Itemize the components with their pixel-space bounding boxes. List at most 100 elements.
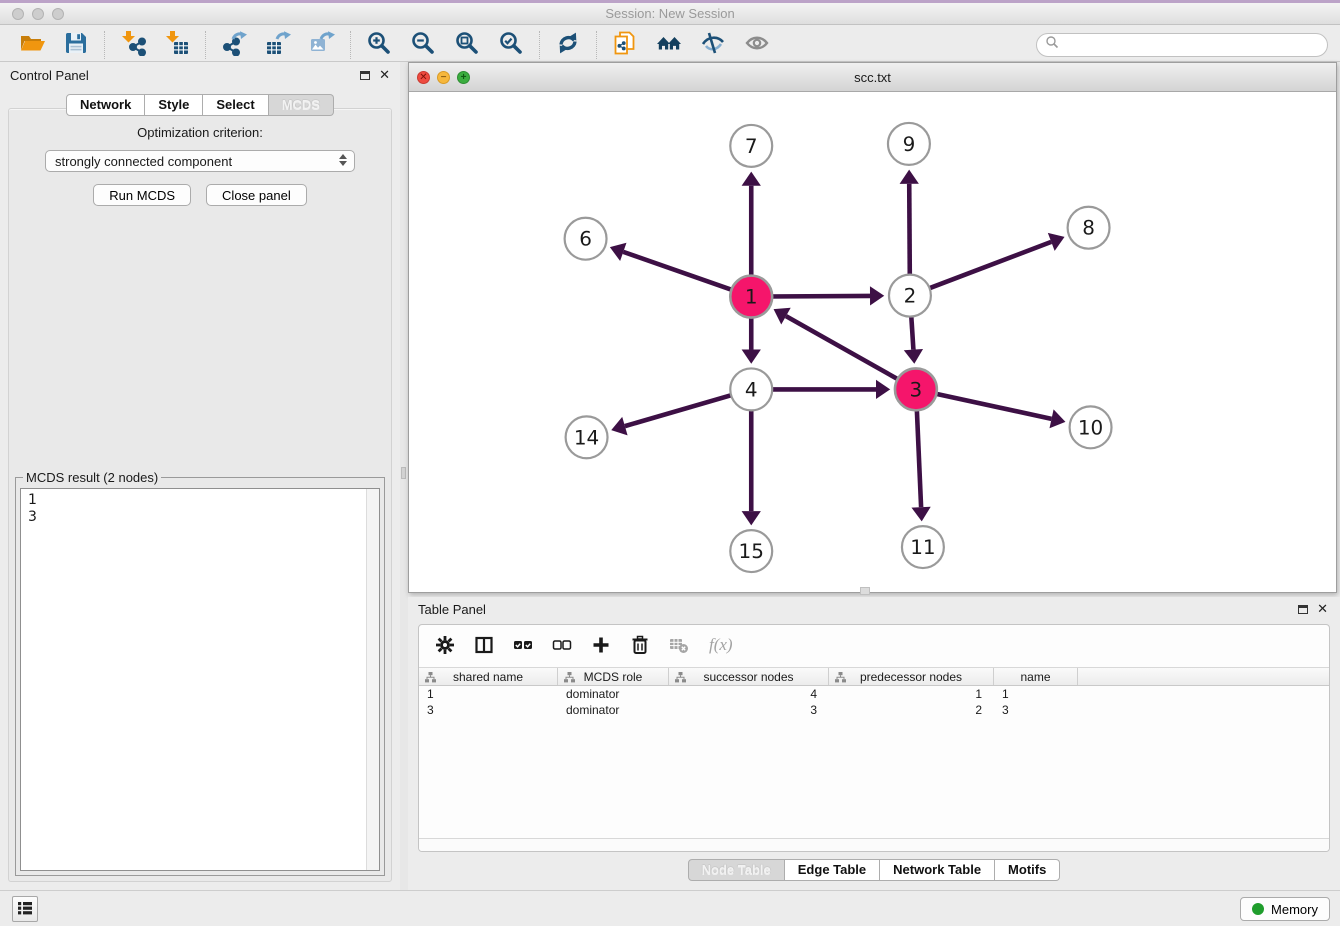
close-panel-icon[interactable]: ✕ bbox=[379, 70, 390, 80]
column-header-MCDS-role[interactable]: MCDS role bbox=[558, 668, 669, 685]
memory-button[interactable]: Memory bbox=[1240, 897, 1330, 921]
network-graph[interactable]: 7 9 6 8 1 2 4 3 14 10 15 11 bbox=[409, 92, 1336, 592]
edge-4-14[interactable] bbox=[625, 394, 737, 427]
add-button[interactable] bbox=[591, 635, 611, 658]
graph-node-9[interactable]: 9 bbox=[888, 123, 930, 165]
graph-node-3[interactable]: 3 bbox=[895, 368, 937, 410]
home-button[interactable] bbox=[655, 31, 683, 59]
table-cell-shared-name[interactable]: 1 bbox=[419, 687, 558, 701]
tab-edge-table[interactable]: Edge Table bbox=[785, 859, 880, 881]
save-button[interactable] bbox=[62, 31, 90, 59]
edge-2-8[interactable] bbox=[924, 242, 1051, 290]
refresh-button[interactable] bbox=[554, 31, 582, 59]
import-network-button[interactable] bbox=[119, 31, 147, 59]
delete-button[interactable] bbox=[630, 635, 650, 658]
zoom-selected-button[interactable] bbox=[497, 31, 525, 59]
search-area bbox=[1036, 33, 1328, 57]
close-view-icon[interactable]: ✕ bbox=[417, 71, 430, 84]
float-panel-icon[interactable] bbox=[360, 71, 370, 80]
optimization-criterion-dropdown[interactable]: strongly connected component bbox=[45, 150, 355, 172]
mcds-result-box[interactable]: 13 bbox=[20, 488, 380, 871]
open-folder-button[interactable] bbox=[18, 31, 46, 59]
column-header-predecessor-nodes[interactable]: predecessor nodes bbox=[829, 668, 994, 685]
minimize-window-icon[interactable] bbox=[32, 8, 44, 20]
graph-node-7[interactable]: 7 bbox=[730, 125, 772, 167]
graph-node-6[interactable]: 6 bbox=[565, 218, 607, 260]
close-panel-button[interactable]: Close panel bbox=[206, 184, 307, 206]
close-window-icon[interactable] bbox=[12, 8, 24, 20]
minimize-view-icon[interactable]: − bbox=[437, 71, 450, 84]
column-label: name bbox=[1020, 670, 1050, 684]
zoom-in-icon bbox=[366, 30, 392, 59]
table-cell-successor-nodes[interactable]: 4 bbox=[669, 687, 829, 701]
horizontal-splitter-handle[interactable] bbox=[860, 587, 870, 595]
graph-node-14[interactable]: 14 bbox=[566, 416, 608, 458]
edge-1-6[interactable] bbox=[623, 252, 737, 292]
zoom-out-button[interactable] bbox=[409, 31, 437, 59]
table-cell-predecessor-nodes[interactable]: 1 bbox=[829, 687, 994, 701]
network-canvas[interactable]: 7 9 6 8 1 2 4 3 14 10 15 11 bbox=[409, 92, 1336, 592]
export-network-button[interactable] bbox=[220, 31, 248, 59]
node-table-container: f(x) shared nameMCDS rolesuccessor nodes… bbox=[418, 624, 1330, 852]
edge-3-10[interactable] bbox=[931, 393, 1052, 419]
table-cell-name[interactable]: 1 bbox=[994, 687, 1078, 701]
edge-2-9[interactable] bbox=[909, 184, 910, 281]
table-row[interactable]: 3dominator323 bbox=[419, 702, 1329, 718]
tab-style[interactable]: Style bbox=[145, 94, 203, 116]
network-window-titlebar[interactable]: ✕−+ scc.txt bbox=[409, 63, 1336, 92]
graph-node-1[interactable]: 1 bbox=[730, 276, 772, 318]
edge-3-1[interactable] bbox=[786, 316, 903, 382]
mcds-result-scrollbar[interactable] bbox=[366, 489, 379, 870]
tab-select[interactable]: Select bbox=[203, 94, 268, 116]
deselect-all-button[interactable] bbox=[552, 635, 572, 658]
edge-1-2[interactable] bbox=[766, 296, 870, 297]
zoom-view-icon[interactable]: + bbox=[457, 71, 470, 84]
zoom-fit-button[interactable] bbox=[453, 31, 481, 59]
tab-network-table[interactable]: Network Table bbox=[880, 859, 995, 881]
search-input[interactable] bbox=[1064, 38, 1319, 52]
table-horizontal-scrollbar[interactable] bbox=[419, 838, 1329, 851]
edge-3-11[interactable] bbox=[917, 404, 921, 507]
column-header-shared-name[interactable]: shared name bbox=[419, 668, 558, 685]
close-table-panel-icon[interactable]: ✕ bbox=[1317, 604, 1328, 614]
table-cell-MCDS-role[interactable]: dominator bbox=[558, 687, 669, 701]
select-all-button[interactable] bbox=[513, 635, 533, 658]
graph-node-11[interactable]: 11 bbox=[902, 526, 944, 568]
table-cell-name[interactable]: 3 bbox=[994, 703, 1078, 717]
table-cell-MCDS-role[interactable]: dominator bbox=[558, 703, 669, 717]
graph-node-10[interactable]: 10 bbox=[1070, 406, 1112, 448]
graph-node-2[interactable]: 2 bbox=[889, 275, 931, 317]
graph-node-15[interactable]: 15 bbox=[730, 530, 772, 572]
zoom-in-button[interactable] bbox=[365, 31, 393, 59]
run-mcds-button[interactable]: Run MCDS bbox=[93, 184, 191, 206]
hide-details-button[interactable] bbox=[699, 31, 727, 59]
graph-node-4[interactable]: 4 bbox=[730, 368, 772, 410]
column-header-successor-nodes[interactable]: successor nodes bbox=[669, 668, 829, 685]
table-cell-successor-nodes[interactable]: 3 bbox=[669, 703, 829, 717]
table-cell-shared-name[interactable]: 3 bbox=[419, 703, 558, 717]
clone-network-button[interactable] bbox=[611, 31, 639, 59]
tab-mcds[interactable]: MCDS bbox=[269, 94, 334, 116]
columns-button[interactable] bbox=[474, 635, 494, 658]
task-history-button[interactable] bbox=[12, 896, 38, 922]
vertical-splitter-handle[interactable] bbox=[401, 467, 406, 479]
column-header-name[interactable]: name bbox=[994, 668, 1078, 685]
table-cell-predecessor-nodes[interactable]: 2 bbox=[829, 703, 994, 717]
table-row[interactable]: 1dominator411 bbox=[419, 686, 1329, 702]
import-table-button[interactable] bbox=[163, 31, 191, 59]
tab-network[interactable]: Network bbox=[66, 94, 145, 116]
search-box[interactable] bbox=[1036, 33, 1328, 57]
show-details-button[interactable] bbox=[743, 31, 771, 59]
graph-node-8[interactable]: 8 bbox=[1068, 207, 1110, 249]
tab-motifs[interactable]: Motifs bbox=[995, 859, 1060, 881]
float-table-panel-icon[interactable] bbox=[1298, 605, 1308, 614]
window-controls[interactable] bbox=[12, 8, 64, 20]
gear-button[interactable] bbox=[435, 635, 455, 658]
import-table-icon bbox=[164, 30, 190, 59]
zoom-window-icon[interactable] bbox=[52, 8, 64, 20]
vertical-splitter[interactable] bbox=[400, 62, 408, 890]
export-table-button[interactable] bbox=[264, 31, 292, 59]
export-image-button[interactable] bbox=[308, 31, 336, 59]
svg-text:f(x): f(x) bbox=[709, 635, 733, 654]
tab-node-table[interactable]: Node Table bbox=[688, 859, 785, 881]
